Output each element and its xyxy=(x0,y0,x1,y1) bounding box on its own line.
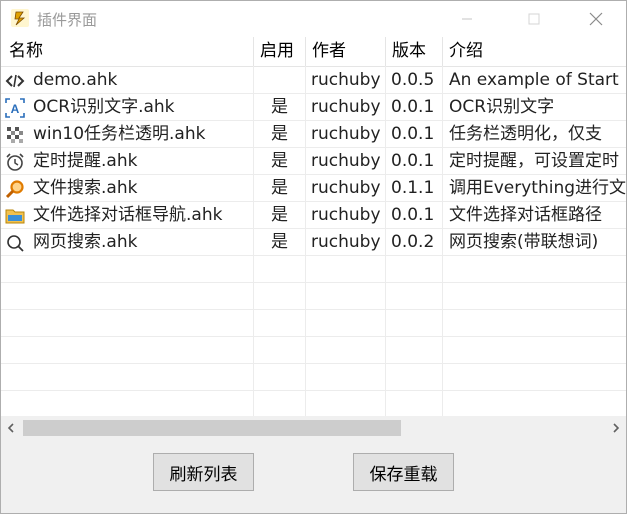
minimize-button[interactable] xyxy=(444,1,490,37)
search-icon xyxy=(7,235,24,252)
table-row[interactable]: 网页搜索.ahk 是 ruchuby 0.0.2 网页搜索(带联想词) xyxy=(1,229,626,256)
plugin-description: 调用Everything进行文 xyxy=(449,178,626,198)
file-search-icon xyxy=(5,180,24,199)
title-bar: 插件界面 xyxy=(1,1,626,37)
plugin-enabled: 是 xyxy=(271,97,288,117)
plugin-name: 文件搜索.ahk xyxy=(33,178,138,198)
alarm-clock-icon xyxy=(6,153,24,171)
column-header-enabled[interactable]: 启用 xyxy=(254,37,306,66)
plugin-enabled: 是 xyxy=(271,178,288,198)
plugin-description: 任务栏透明化，仅支 xyxy=(449,124,602,144)
plugin-description: OCR识别文字 xyxy=(449,97,555,117)
plugin-enabled: 是 xyxy=(271,232,288,252)
folder-icon xyxy=(5,209,25,224)
plugin-author: ruchuby xyxy=(311,232,381,252)
row-divider xyxy=(1,282,626,283)
table-row[interactable]: 文件选择对话框导航.ahk 是 ruchuby 0.0.1 文件选择对话框路径 xyxy=(1,202,626,229)
plugin-version: 0.0.2 xyxy=(391,232,435,252)
plugin-version: 0.0.1 xyxy=(391,97,435,117)
plugin-list[interactable]: 名称 启用 作者 版本 介绍 demo.ahk ruchuby 0.0.5 An… xyxy=(1,37,626,440)
svg-text:A: A xyxy=(11,102,20,116)
plugin-enabled: 是 xyxy=(271,205,288,225)
maximize-button[interactable] xyxy=(511,1,557,37)
plugin-version: 0.0.1 xyxy=(391,205,435,225)
plugin-window: 插件界面 名称 启用 作者 版本 介绍 demo.ahk ruchuby 0.0… xyxy=(0,0,627,514)
plugin-author: ruchuby xyxy=(311,151,381,171)
plugin-enabled: 是 xyxy=(271,151,288,171)
table-row[interactable]: 文件搜索.ahk 是 ruchuby 0.1.1 调用Everything进行文 xyxy=(1,175,626,202)
row-divider xyxy=(1,390,626,391)
row-divider xyxy=(1,363,626,364)
plugin-author: ruchuby xyxy=(311,124,381,144)
plugin-author: ruchuby xyxy=(311,178,381,198)
transparency-icon xyxy=(7,127,23,143)
window-title: 插件界面 xyxy=(37,11,98,29)
ocr-text-icon: A xyxy=(5,98,25,118)
plugin-description: 网页搜索(带联想词) xyxy=(449,232,599,252)
table-row[interactable]: A OCR识别文字.ahk 是 ruchuby 0.0.1 OCR识别文字 xyxy=(1,94,626,121)
row-divider xyxy=(1,309,626,310)
plugin-version: 0.0.1 xyxy=(391,151,435,171)
table-row[interactable]: 定时提醒.ahk 是 ruchuby 0.0.1 定时提醒，可设置定时 xyxy=(1,148,626,175)
plugin-name: win10任务栏透明.ahk xyxy=(33,124,206,144)
refresh-list-button[interactable]: 刷新列表 xyxy=(153,453,254,491)
code-icon xyxy=(5,74,25,88)
close-icon xyxy=(589,12,603,26)
scroll-left-button[interactable] xyxy=(1,416,21,440)
plugin-name: OCR识别文字.ahk xyxy=(33,97,175,117)
scrollbar-thumb[interactable] xyxy=(23,420,401,436)
scroll-right-button[interactable] xyxy=(606,416,626,440)
plugin-name: demo.ahk xyxy=(33,70,118,90)
close-button[interactable] xyxy=(573,1,619,37)
column-header-description[interactable]: 介绍 xyxy=(443,37,626,66)
minimize-icon xyxy=(462,18,472,20)
plugin-description: 文件选择对话框路径 xyxy=(449,205,602,225)
plugin-enabled: 是 xyxy=(271,124,288,144)
column-header-author[interactable]: 作者 xyxy=(306,37,386,66)
row-divider xyxy=(1,336,626,337)
plugin-author: ruchuby xyxy=(311,205,381,225)
column-header-version[interactable]: 版本 xyxy=(386,37,443,66)
list-header: 名称 启用 作者 版本 介绍 xyxy=(1,37,626,67)
chevron-right-icon xyxy=(613,423,620,433)
plugin-version: 0.1.1 xyxy=(391,178,435,198)
column-header-name[interactable]: 名称 xyxy=(1,37,254,66)
plugin-version: 0.0.1 xyxy=(391,124,435,144)
save-reload-button[interactable]: 保存重载 xyxy=(353,453,454,491)
plugin-version: 0.0.5 xyxy=(391,70,435,90)
plugin-enabled xyxy=(254,67,305,94)
plugin-name: 文件选择对话框导航.ahk xyxy=(33,205,223,225)
table-row[interactable]: win10任务栏透明.ahk 是 ruchuby 0.0.1 任务栏透明化，仅支 xyxy=(1,121,626,148)
plugin-author: ruchuby xyxy=(311,97,381,117)
maximize-icon xyxy=(528,13,540,25)
plugin-name: 定时提醒.ahk xyxy=(33,151,138,171)
horizontal-scrollbar[interactable] xyxy=(1,416,626,440)
plugin-name: 网页搜索.ahk xyxy=(33,232,138,252)
plugin-description: An example of Start xyxy=(449,70,619,90)
chevron-left-icon xyxy=(7,423,14,433)
table-row[interactable]: demo.ahk ruchuby 0.0.5 An example of Sta… xyxy=(1,67,626,94)
plugin-description: 定时提醒，可设置定时 xyxy=(449,151,619,171)
plugin-app-icon xyxy=(11,9,29,27)
plugin-author: ruchuby xyxy=(311,70,381,90)
